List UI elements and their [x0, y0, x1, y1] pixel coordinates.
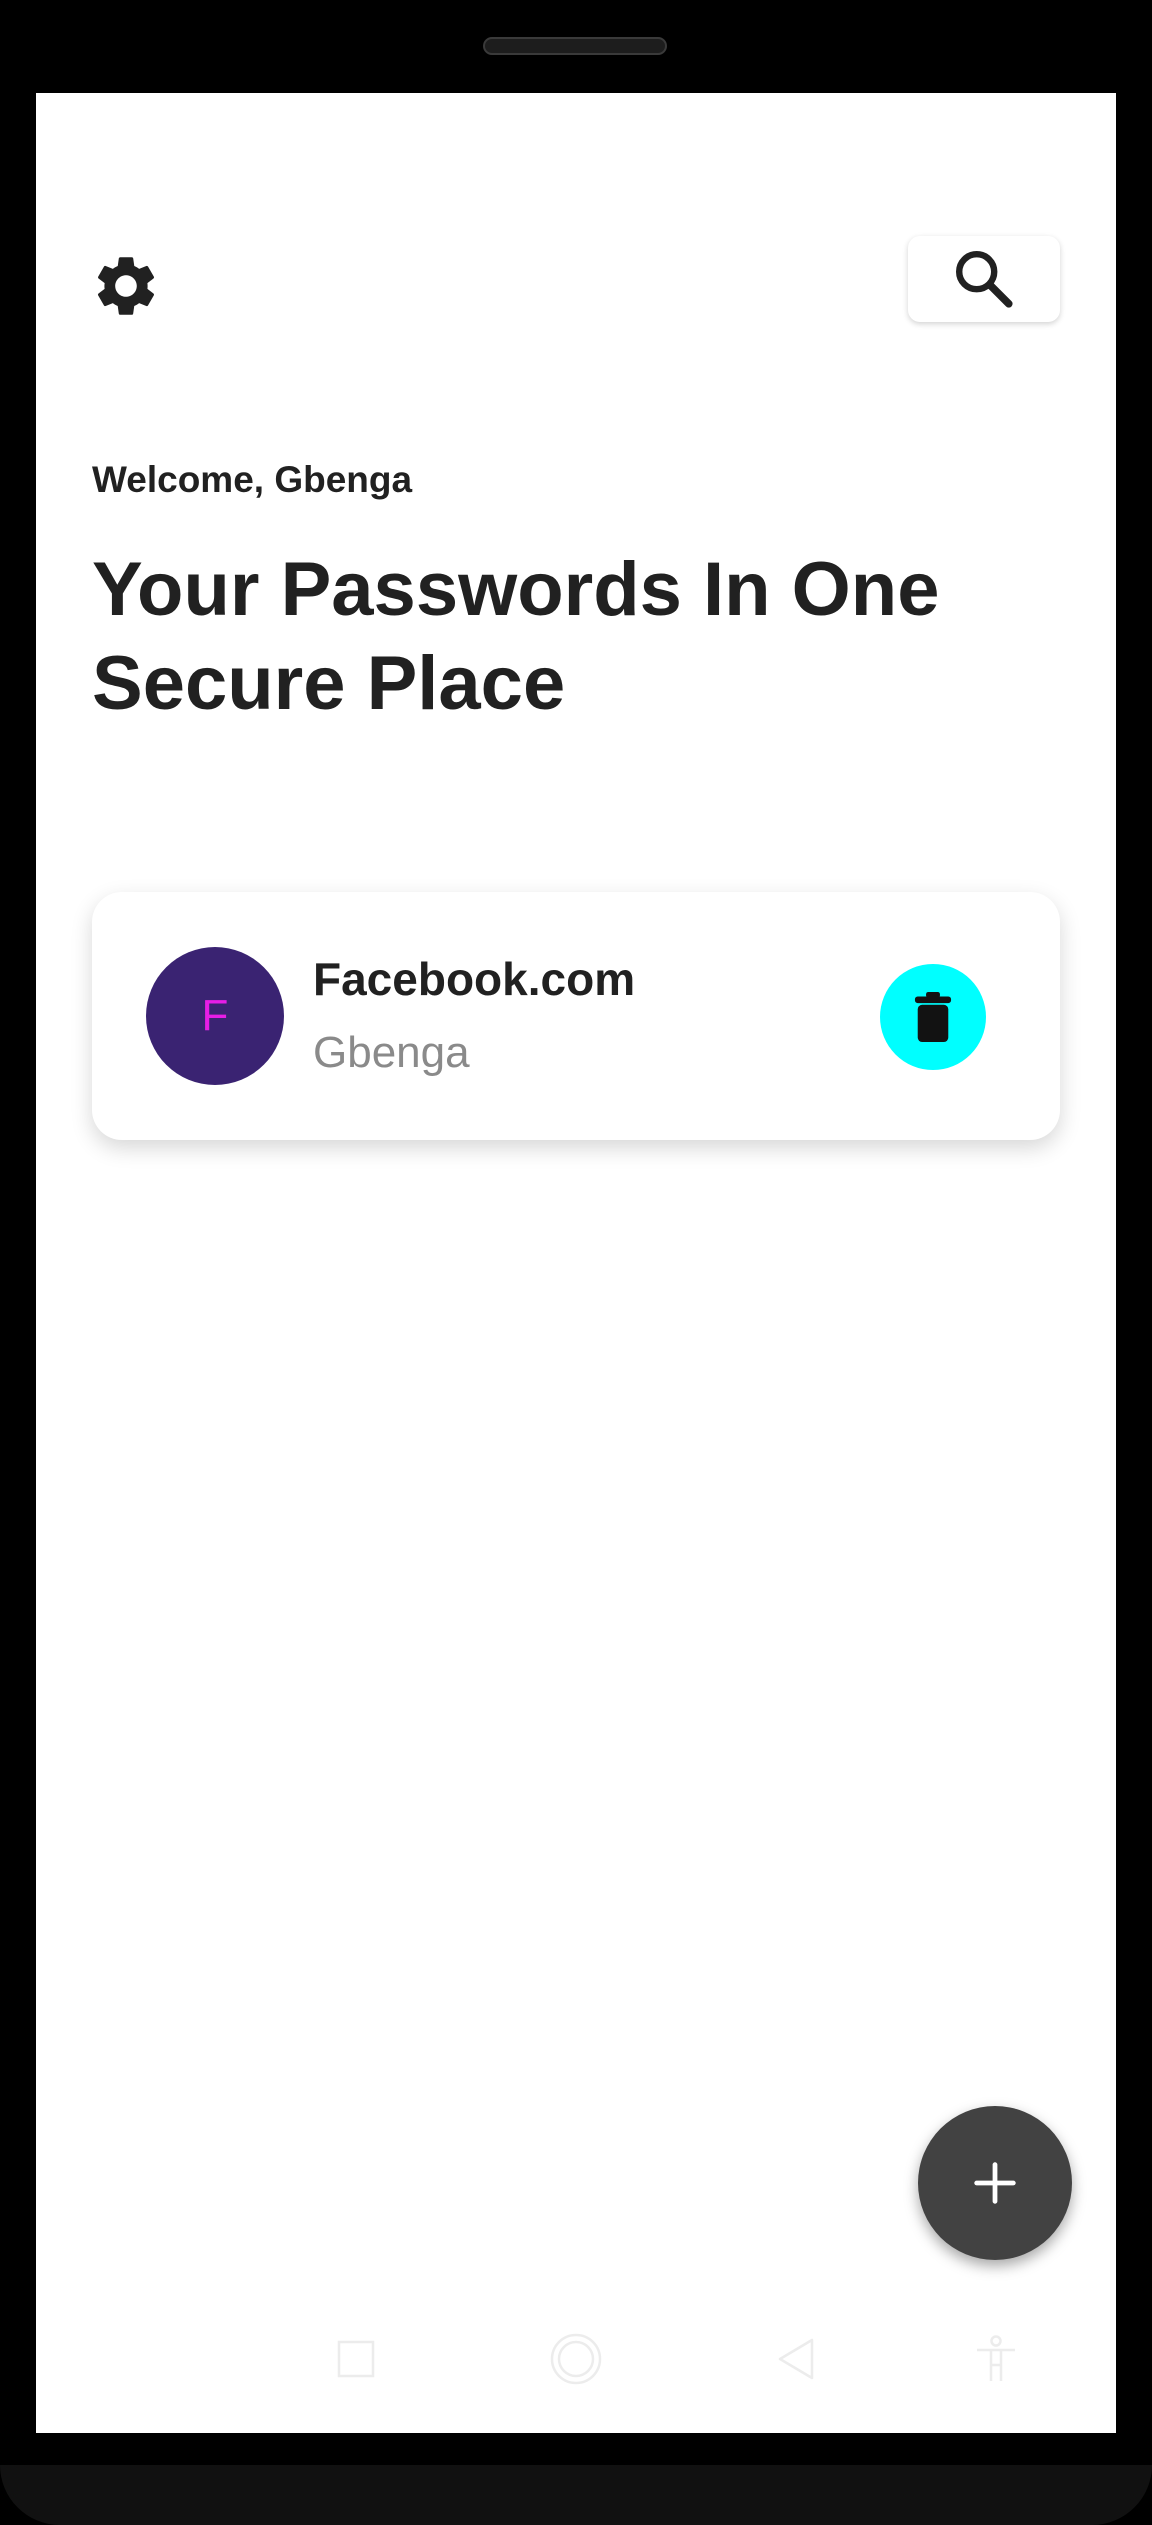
page-title: Your Passwords In One Secure Place	[92, 543, 1072, 731]
recents-icon	[337, 2340, 375, 2378]
nav-home-button[interactable]	[546, 2329, 606, 2389]
nav-back-button[interactable]	[766, 2329, 826, 2389]
bottom-bezel	[0, 2465, 1152, 2525]
search-icon	[956, 250, 1013, 308]
avatar: F	[146, 947, 284, 1085]
back-icon	[778, 2338, 814, 2380]
nav-accessibility-button[interactable]	[966, 2329, 1026, 2389]
delete-button[interactable]	[880, 964, 986, 1070]
app-screen: Welcome, Gbenga Your Passwords In One Se…	[36, 93, 1116, 2433]
add-password-button[interactable]	[918, 2106, 1072, 2260]
trash-icon	[914, 992, 952, 1042]
page-title-line1: Your Passwords In One	[92, 547, 940, 632]
gear-icon	[97, 257, 155, 315]
avatar-initial: F	[201, 991, 229, 1040]
welcome-text: Welcome, Gbenga	[92, 459, 413, 500]
home-icon	[550, 2333, 602, 2385]
entry-username: Gbenga	[313, 1028, 470, 1077]
password-entry-card[interactable]: F Facebook.com Gbenga	[92, 892, 1060, 1140]
page-title-line2: Secure Place	[92, 641, 566, 726]
settings-button[interactable]	[88, 248, 164, 324]
phone-frame: Welcome, Gbenga Your Passwords In One Se…	[0, 0, 1152, 2525]
accessibility-icon	[977, 2335, 1015, 2381]
speaker-grille	[483, 37, 667, 55]
entry-site-name: Facebook.com	[313, 953, 636, 1005]
search-button[interactable]	[908, 236, 1060, 322]
nav-recents-button[interactable]	[326, 2329, 386, 2389]
plus-icon	[974, 2162, 1016, 2204]
